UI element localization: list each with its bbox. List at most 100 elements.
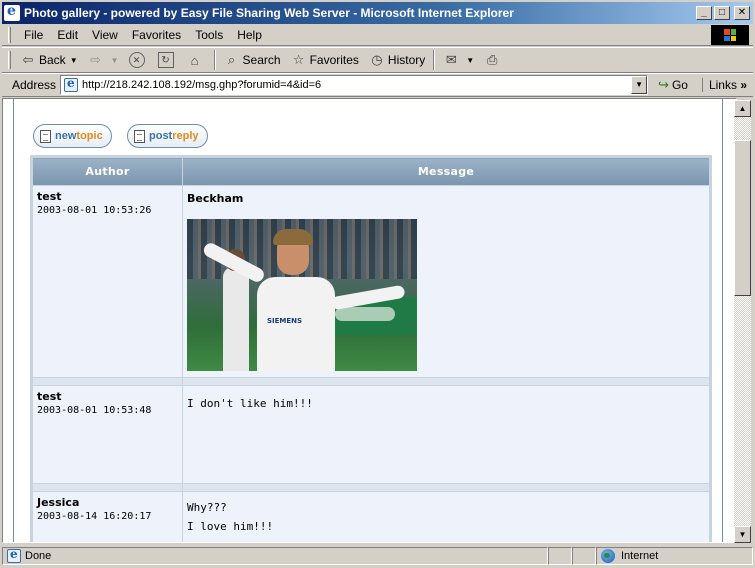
message-cell: I don't like him!!! — [182, 385, 711, 484]
status-bar: Done Internet — [2, 545, 753, 566]
forward-dropdown-icon[interactable]: ▼ — [111, 56, 119, 65]
author-name: test — [37, 190, 62, 203]
status-panel — [548, 546, 572, 565]
stop-button[interactable]: ✕ — [124, 49, 153, 71]
page-viewport: new topic post reply Author Message test 2… — [2, 98, 737, 543]
printer-icon: ⎙ — [486, 52, 498, 67]
post-reply-label-b: reply — [172, 130, 199, 142]
document-icon — [134, 129, 145, 143]
go-arrow-icon: ↪ — [658, 77, 669, 92]
menu-help[interactable]: Help — [230, 28, 269, 42]
row-separator — [31, 483, 711, 492]
toolbar: ⇦ Back ▼ ⇨ ▼ ✕ ↻ ⌂ ⌕ Search ☆ Favorites … — [2, 47, 753, 73]
scrollbar-thumb[interactable] — [734, 140, 751, 296]
new-topic-label-a: new — [55, 130, 77, 142]
back-button[interactable]: ⇦ Back ▼ — [15, 49, 83, 71]
links-more-icon: » — [740, 78, 747, 92]
window-title: Photo gallery - powered by Easy File Sha… — [24, 6, 514, 20]
vertical-scrollbar[interactable]: ▲ ▼ — [734, 100, 751, 543]
page-icon — [64, 76, 79, 92]
new-topic-label-b: topic — [76, 130, 103, 142]
address-label: Address — [12, 78, 57, 92]
menubar-grip — [8, 26, 11, 43]
document-icon — [40, 129, 51, 143]
photo-hair — [273, 229, 313, 245]
back-arrow-icon: ⇦ — [22, 52, 34, 67]
page-icon — [7, 547, 21, 563]
post-reply-button[interactable]: post reply — [127, 124, 208, 148]
search-button[interactable]: ⌕ Search — [219, 49, 286, 71]
history-label: History — [387, 53, 426, 67]
table-row: test 2003-08-01 10:53:48 I don't like hi… — [31, 385, 711, 484]
menu-bar: File Edit View Favorites Tools Help — [2, 24, 753, 46]
close-button[interactable]: ✕ — [734, 6, 750, 20]
address-input[interactable]: http://218.242.108.192/msg.ghp?forumid=4… — [60, 75, 649, 95]
author-cell: test 2003-08-01 10:53:26 — [31, 185, 183, 378]
status-main: Done — [2, 546, 548, 565]
title-bar: Photo gallery - powered by Easy File Sha… — [0, 0, 755, 24]
zone-text: Internet — [621, 549, 659, 562]
mail-button[interactable]: ✉ ▼ — [438, 49, 479, 71]
toolbar-separator — [433, 50, 436, 70]
links-button[interactable]: Links » — [701, 78, 747, 92]
author-cell: Jessica 2003-08-14 16:20:17 — [31, 491, 183, 542]
back-label: Back — [39, 53, 66, 67]
links-label: Links — [708, 78, 737, 92]
mail-icon: ✉ — [445, 52, 457, 67]
post-date: 2003-08-01 10:53:26 — [37, 205, 152, 216]
post-date: 2003-08-01 10:53:48 — [37, 405, 152, 416]
menu-favorites[interactable]: Favorites — [125, 28, 188, 42]
table-row: test 2003-08-01 10:53:26 Beckham SIEMENS — [31, 185, 711, 378]
home-button[interactable]: ⌂ — [182, 49, 211, 71]
go-button[interactable]: ↪ Go — [658, 77, 688, 93]
author-header: Author — [31, 156, 183, 186]
go-label: Go — [671, 78, 688, 92]
menu-file[interactable]: File — [17, 28, 50, 42]
history-icon: ◷ — [371, 52, 383, 67]
forward-button[interactable]: ⇨ ▼ — [83, 49, 124, 71]
post-reply-label-a: post — [149, 130, 173, 142]
table-row: Jessica 2003-08-14 16:20:17 Why??? I lov… — [31, 491, 711, 542]
stop-icon: ✕ — [128, 52, 145, 68]
message-line: Why??? — [187, 501, 227, 514]
scroll-up-icon[interactable]: ▲ — [734, 100, 751, 117]
message-title: Beckham — [187, 192, 244, 205]
scroll-down-icon[interactable]: ▼ — [734, 526, 751, 543]
search-label: Search — [242, 53, 281, 67]
photo-bg-player — [223, 267, 249, 371]
refresh-button[interactable]: ↻ — [153, 49, 182, 71]
author-name: test — [37, 390, 62, 403]
favorites-icon: ☆ — [292, 52, 305, 67]
menu-tools[interactable]: Tools — [188, 28, 230, 42]
message-header: Message — [182, 156, 711, 186]
message-line: I don't like him!!! — [187, 397, 313, 410]
address-url[interactable]: http://218.242.108.192/msg.ghp?forumid=4… — [82, 79, 631, 91]
page-frame: new topic post reply Author Message test 2… — [13, 99, 723, 542]
mail-dropdown-icon[interactable]: ▼ — [466, 56, 474, 65]
table-header-row: Author Message — [31, 156, 711, 186]
windows-logo-icon — [711, 25, 749, 45]
ie-icon[interactable] — [4, 3, 20, 21]
menu-view[interactable]: View — [85, 28, 125, 42]
search-icon: ⌕ — [227, 52, 236, 67]
print-button[interactable]: ⎙ — [479, 49, 508, 71]
message-cell: Why??? I love him!!! — [182, 491, 711, 542]
beckham-photo[interactable]: SIEMENS — [187, 219, 417, 371]
post-date: 2003-08-14 16:20:17 — [37, 511, 152, 522]
address-dropdown-icon[interactable]: ▼ — [631, 76, 648, 94]
favorites-button[interactable]: ☆ Favorites — [286, 49, 364, 71]
history-button[interactable]: ◷ History — [364, 49, 430, 71]
back-dropdown-icon[interactable]: ▼ — [70, 56, 78, 65]
message-line: I love him!!! — [187, 520, 274, 533]
maximize-button[interactable]: □ — [714, 6, 730, 20]
minimize-button[interactable]: _ — [696, 6, 712, 20]
posts-table: Author Message test 2003-08-01 10:53:26 … — [30, 155, 712, 542]
menu-edit[interactable]: Edit — [50, 28, 85, 42]
toolbar-grip — [8, 51, 11, 69]
globe-icon — [601, 548, 615, 563]
author-name: Jessica — [37, 496, 80, 509]
address-bar: Address http://218.242.108.192/msg.ghp?f… — [2, 73, 753, 97]
toolbar-separator — [213, 50, 216, 70]
forward-arrow-icon: ⇨ — [90, 52, 102, 67]
new-topic-button[interactable]: new topic — [33, 124, 112, 148]
